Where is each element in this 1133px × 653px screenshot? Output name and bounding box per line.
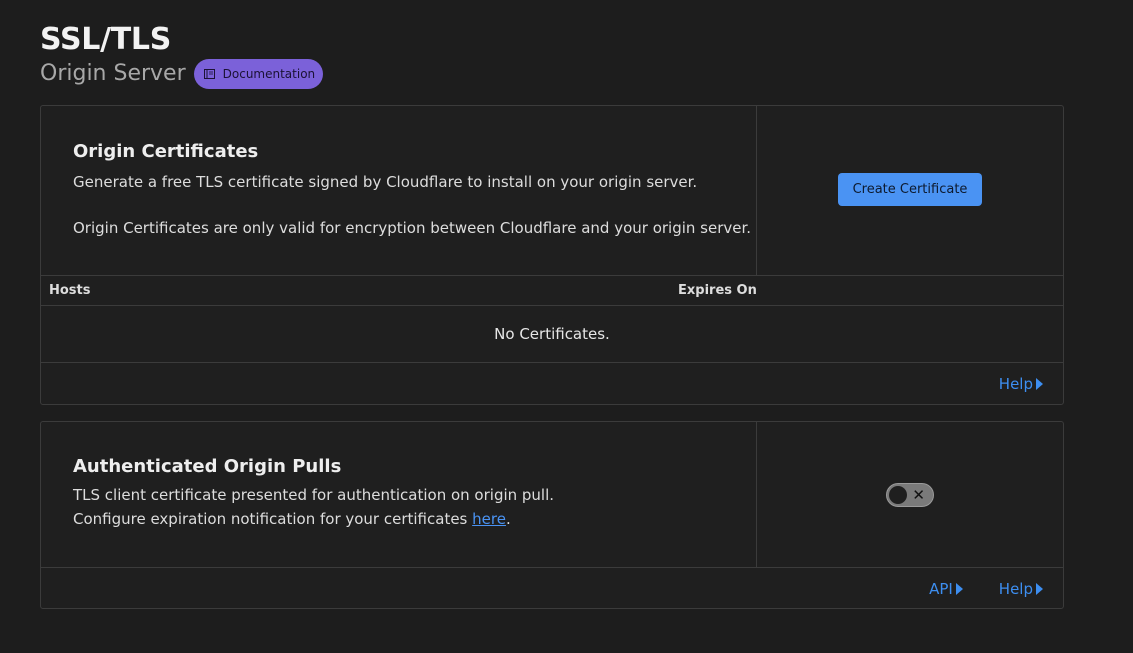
page-header: SSL/TLS Origin Server Documentation	[40, 22, 324, 89]
api-link[interactable]: API	[929, 580, 963, 598]
origin-pulls-info: Authenticated Origin Pulls TLS client ce…	[41, 422, 757, 567]
origin-pulls-actions: ✕	[757, 422, 1063, 567]
help-link[interactable]: Help	[999, 580, 1043, 598]
caret-right-icon	[1036, 377, 1043, 390]
authenticated-origin-pulls-card: Authenticated Origin Pulls TLS client ce…	[40, 421, 1064, 609]
origin-certificates-card: Origin Certificates Generate a free TLS …	[40, 105, 1064, 405]
origin-certificates-note: Origin Certificates are only valid for e…	[73, 219, 752, 237]
certificates-empty-state: No Certificates.	[41, 306, 1063, 363]
notification-here-link[interactable]: here	[472, 510, 506, 528]
book-icon	[203, 69, 215, 79]
page-subtitle: Origin Server	[40, 61, 186, 86]
origin-certificates-footer: Help	[41, 363, 1063, 404]
subtitle-row: Origin Server Documentation	[40, 59, 324, 89]
origin-certificates-heading: Origin Certificates	[73, 141, 259, 162]
notification-text-suffix: .	[505, 510, 511, 528]
api-link-label: API	[929, 579, 953, 598]
origin-pulls-footer: API Help	[41, 568, 1063, 609]
help-link-label: Help	[998, 374, 1033, 393]
caret-right-icon	[1036, 582, 1043, 595]
origin-certificates-top: Origin Certificates Generate a free TLS …	[41, 106, 1063, 276]
origin-pulls-notification-text: Configure expiration notification for yo…	[73, 507, 756, 531]
origin-pulls-heading: Authenticated Origin Pulls	[73, 456, 342, 477]
caret-right-icon	[955, 582, 963, 595]
origin-pulls-top: Authenticated Origin Pulls TLS client ce…	[41, 422, 1063, 568]
documentation-button[interactable]: Documentation	[193, 59, 324, 89]
create-certificate-button[interactable]: Create Certificate	[837, 173, 983, 206]
origin-pulls-toggle[interactable]: ✕	[886, 482, 934, 507]
documentation-label: Documentation	[222, 67, 316, 81]
help-link-label: Help	[998, 579, 1033, 598]
close-icon: ✕	[912, 485, 925, 504]
column-header-hosts[interactable]: Hosts	[41, 283, 678, 298]
origin-certificates-info: Origin Certificates Generate a free TLS …	[41, 106, 757, 275]
page-title: SSL/TLS	[40, 22, 172, 57]
origin-certificates-description: Generate a free TLS certificate signed b…	[73, 173, 698, 191]
certificates-table-header: Hosts Expires On	[41, 276, 1063, 306]
origin-certificates-actions: Create Certificate	[757, 106, 1063, 275]
column-header-expires-on[interactable]: Expires On	[678, 283, 757, 298]
toggle-knob	[889, 485, 907, 504]
origin-pulls-description: TLS client certificate presented for aut…	[73, 486, 555, 504]
notification-text-prefix: Configure expiration notification for yo…	[73, 510, 473, 528]
help-link[interactable]: Help	[999, 375, 1043, 393]
